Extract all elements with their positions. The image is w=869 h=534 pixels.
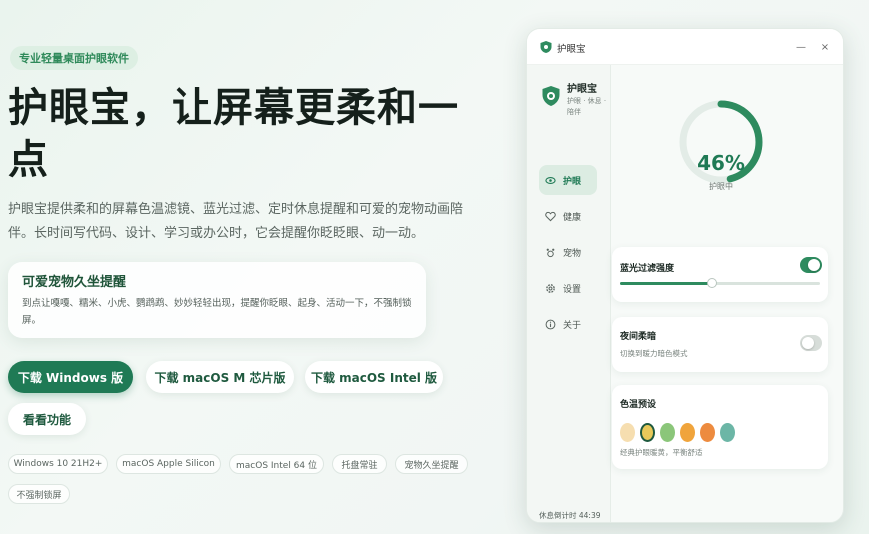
blue-light-slider-fill bbox=[620, 282, 712, 285]
blue-light-slider[interactable] bbox=[620, 278, 820, 288]
color-temp-swatch[interactable] bbox=[660, 423, 675, 442]
heart-icon bbox=[545, 211, 556, 221]
download-mac-m-button[interactable]: 下载 macOS M 芯片版 bbox=[146, 361, 294, 393]
blue-light-card: 蓝光过滤强度 bbox=[612, 247, 828, 302]
break-countdown: 休息倒计时 44:39 bbox=[539, 511, 601, 520]
sidebar-item-label: 设置 bbox=[563, 284, 582, 295]
eye-icon bbox=[545, 176, 556, 184]
view-features-button[interactable]: 看看功能 bbox=[8, 403, 86, 435]
chip-tray: 托盘常驻 bbox=[332, 454, 387, 474]
color-temp-subtitle: 经典护眼暖黄，平衡舒适 bbox=[620, 448, 703, 457]
hero-description: 护眼宝提供柔和的屏幕色温滤镜、蓝光过滤、定时休息提醒和可爱的宠物动画陪伴。长时间… bbox=[8, 202, 464, 241]
status-ring-value: 46% bbox=[697, 151, 745, 175]
window-title: 护眼宝 bbox=[557, 44, 586, 55]
color-temp-card: 色温预设 经典护眼暖黄，平衡舒适 bbox=[612, 385, 828, 469]
night-mode-card: 夜间柔暗 切换到暖力暗色模式 bbox=[612, 317, 828, 372]
color-temp-title: 色温预设 bbox=[620, 400, 657, 410]
sidebar-item-label: 关于 bbox=[563, 320, 582, 331]
shield-icon bbox=[540, 41, 552, 53]
download-windows-button[interactable]: 下载 Windows 版 bbox=[8, 361, 133, 393]
pet-icon bbox=[546, 248, 555, 257]
color-temp-swatch[interactable] bbox=[720, 423, 735, 442]
main-panel: 46% 护眼中 蓝光过滤强度 夜间柔暗 切换到暖力暗色模式 色温预设 经典护眼暖… bbox=[612, 65, 843, 522]
sidebar-item-settings[interactable]: 设置 bbox=[539, 273, 597, 303]
status-ring-label: 护眼中 bbox=[709, 182, 733, 191]
color-temp-swatch[interactable] bbox=[700, 423, 715, 442]
hero-headline: 护眼宝，让屏幕更柔和一点 bbox=[8, 85, 459, 183]
night-mode-subtitle: 切换到暖力暗色模式 bbox=[620, 349, 688, 358]
brand-name: 护眼宝 bbox=[567, 84, 597, 95]
brand-subtitle: 护眼 · 休息 · 陪伴 bbox=[567, 97, 607, 116]
download-mac-intel-button[interactable]: 下载 macOS Intel 版 bbox=[305, 361, 443, 393]
feature-card-text: 到点让嘎嘎、糯米、小虎、鹦鹉鹉、妙妙轻轻出现，提醒你眨眼、起身、活动一下，不强制… bbox=[22, 298, 412, 326]
sidebar-item-label: 健康 bbox=[563, 212, 582, 223]
night-mode-title: 夜间柔暗 bbox=[620, 332, 657, 342]
hero-section: 专业轻量桌面护眼软件 护眼宝，让屏幕更柔和一点 护眼宝提供柔和的屏幕色温滤镜、蓝… bbox=[8, 0, 508, 534]
minimize-button[interactable]: — bbox=[791, 37, 811, 57]
sidebar-item-label: 宠物 bbox=[563, 248, 582, 259]
feature-card-title: 可爱宠物久坐提醒 bbox=[22, 275, 127, 290]
sidebar-item-label: 护眼 bbox=[563, 176, 582, 187]
sidebar-item-pet[interactable]: 宠物 bbox=[539, 237, 597, 267]
sidebar-item-eye-care[interactable]: 护眼 bbox=[539, 165, 597, 195]
chip-pet-reminder: 宠物久坐提醒 bbox=[395, 454, 468, 474]
info-icon bbox=[545, 319, 556, 329]
chip-windows-version: Windows 10 21H2+ bbox=[8, 454, 108, 474]
window-titlebar: 护眼宝 — × bbox=[527, 29, 843, 65]
sidebar-item-health[interactable]: 健康 bbox=[539, 201, 597, 231]
color-temp-swatch[interactable] bbox=[680, 423, 695, 442]
close-button[interactable]: × bbox=[815, 37, 835, 57]
gear-icon bbox=[546, 283, 555, 293]
color-temp-swatch[interactable] bbox=[620, 423, 635, 442]
blue-light-toggle[interactable] bbox=[800, 257, 822, 273]
product-tag: 专业轻量桌面护眼软件 bbox=[10, 46, 138, 70]
shield-logo-icon bbox=[542, 86, 560, 106]
chip-mac-intel: macOS Intel 64 位 bbox=[229, 454, 324, 474]
blue-light-slider-thumb[interactable] bbox=[707, 278, 717, 288]
chip-mac-silicon: macOS Apple Silicon bbox=[116, 454, 221, 474]
chip-no-lock: 不强制锁屏 bbox=[8, 484, 70, 504]
app-sidebar: 护眼宝 护眼 · 休息 · 陪伴 护眼 健康 宠物 设置 关于 休息倒计时 44… bbox=[527, 65, 611, 522]
sidebar-item-about[interactable]: 关于 bbox=[539, 309, 597, 339]
app-window: 护眼宝 — × 护眼宝 护眼 · 休息 · 陪伴 护眼 健康 宠物 设置 关于 … bbox=[526, 28, 844, 523]
feature-card-pet-reminder: 可爱宠物久坐提醒 到点让嘎嘎、糯米、小虎、鹦鹉鹉、妙妙轻轻出现，提醒你眨眼、起身… bbox=[8, 262, 426, 338]
night-mode-toggle[interactable] bbox=[800, 335, 822, 351]
blue-light-title: 蓝光过滤强度 bbox=[620, 264, 675, 274]
color-temp-swatch[interactable] bbox=[640, 423, 655, 442]
